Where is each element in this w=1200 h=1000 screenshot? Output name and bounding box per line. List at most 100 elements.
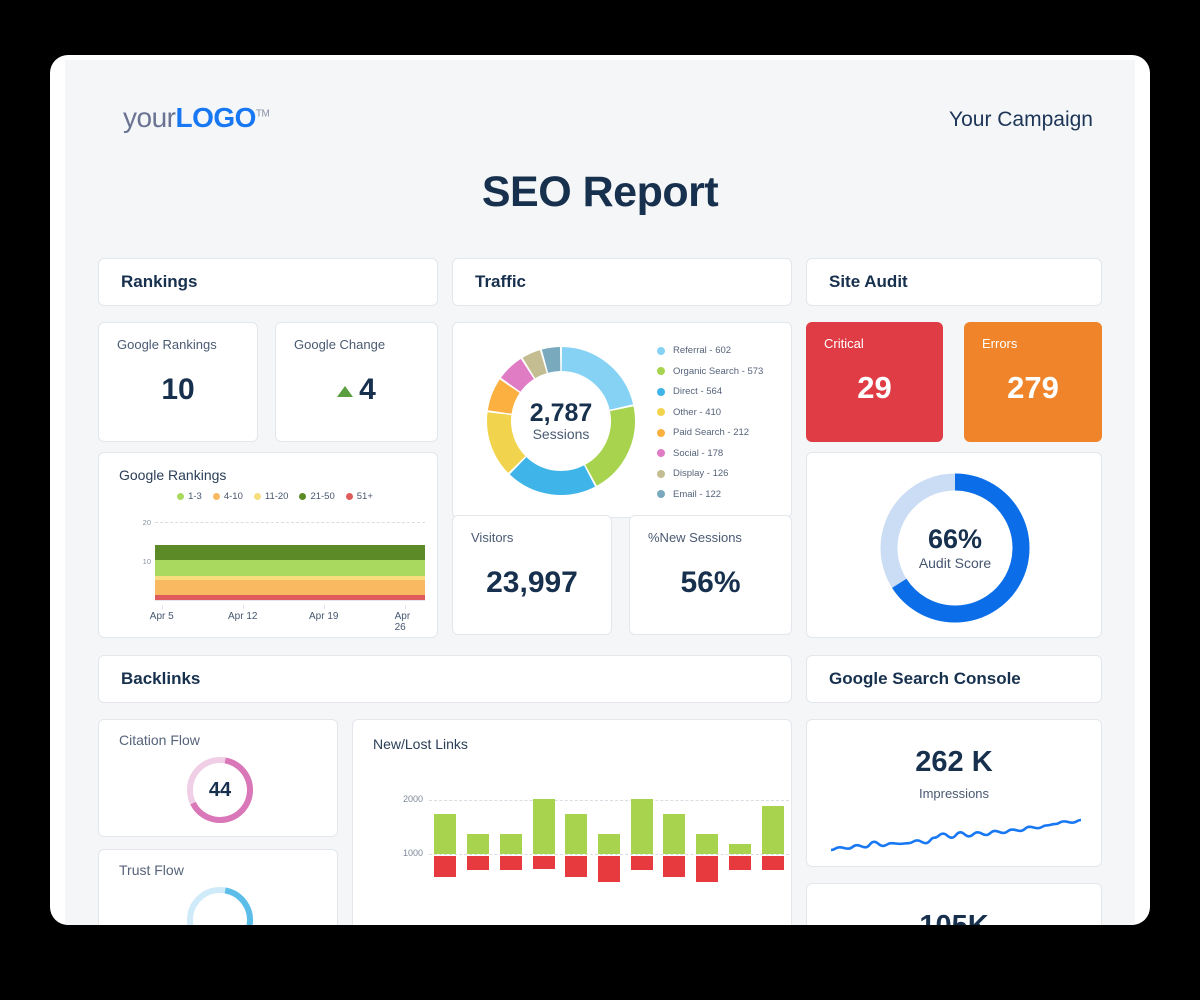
bar-lost-links — [565, 855, 588, 878]
bar-segment-21-50 — [384, 545, 399, 560]
bar-stack — [357, 545, 372, 600]
bar-stack — [208, 545, 223, 600]
bar-segment-4-10 — [154, 580, 169, 595]
section-header-traffic: Traffic — [452, 258, 792, 306]
legend-swatch-icon — [657, 387, 665, 396]
donut-legend-item-display: Display - 126 — [657, 468, 763, 479]
bar-segment-4-10 — [249, 580, 264, 595]
bar-segment-4-10 — [262, 580, 277, 595]
gauge-card-citation-flow: Citation Flow 44 — [98, 719, 338, 837]
x-axis-tick-label: Apr 5 — [149, 611, 174, 622]
bar-segment-21-50 — [249, 545, 264, 560]
donut-legend-item-other: Other - 410 — [657, 407, 763, 418]
bar-segment-4-10 — [195, 580, 210, 595]
report-surface: yourLOGOTM Your Campaign SEO Report Rank… — [65, 60, 1135, 925]
donut-legend: Referral - 602 Organic Search - 573 Direct… — [657, 345, 763, 500]
bar-segment-4-10 — [411, 580, 426, 595]
x-axis-tick-label: Apr 12 — [228, 611, 258, 622]
screenshot-root: yourLOGOTM Your Campaign SEO Report Rank… — [0, 0, 1200, 1000]
legend-item-21-50: 21-50 — [299, 491, 335, 502]
donut-legend-item-email: Email - 122 — [657, 489, 763, 500]
audit-score-label: Audit Score — [918, 554, 992, 571]
bar-lost-links — [761, 855, 784, 870]
bar-segment-51+ — [330, 594, 345, 600]
page-title: SEO Report — [481, 168, 719, 216]
section-header-traffic-label: Traffic — [475, 272, 527, 291]
chart-card-new-lost-links: New/Lost Links 1000 2000 — [352, 719, 792, 925]
bar-segment-51+ — [262, 594, 277, 600]
kpi-value-new-sessions: 56% — [680, 566, 741, 599]
logo-text-accent: LOGO — [175, 102, 256, 133]
citation-flow-label: Citation Flow — [119, 732, 200, 748]
bar-stack — [262, 545, 277, 600]
bar-stack — [411, 545, 426, 600]
bar-segment-1-3 — [384, 559, 399, 577]
bar-segment-4-10 — [316, 580, 331, 595]
bar-new-links — [434, 813, 457, 854]
bar-lost-links — [499, 855, 522, 870]
legend-label: Referral - 602 — [673, 345, 732, 356]
kpi-card-impressions: 262 K Impressions — [806, 719, 1102, 867]
legend-swatch-icon — [657, 428, 665, 437]
bar-lost-links — [630, 855, 653, 870]
kpi-card-clicks: 105K Clicks — [806, 883, 1102, 925]
logo-text-primary: your — [123, 102, 176, 133]
bar-stack — [235, 545, 250, 600]
kpi-card-visitors: Visitors 23,997 — [452, 515, 612, 635]
bar-stack — [316, 545, 331, 600]
impressions-value: 262 K — [915, 746, 993, 778]
chart-legend-google-rankings: 1-3 4-10 11-20 21-50 51+ — [125, 491, 425, 502]
y-axis-tick-label: 2000 — [402, 793, 423, 804]
clicks-value: 105K — [807, 910, 1101, 925]
citation-flow-value: 44 — [208, 778, 232, 801]
bar-stack — [343, 545, 358, 600]
kpi-value-visitors: 23,997 — [486, 566, 578, 599]
bar-stack — [276, 545, 291, 600]
legend-swatch-icon — [253, 493, 261, 500]
bar-segment-51+ — [181, 594, 196, 600]
bar-segment-51+ — [397, 594, 412, 600]
bar-segment-21-50 — [330, 545, 345, 560]
chart-plot-google-rankings: 10 20 — [133, 513, 426, 601]
bar-segment-4-10 — [181, 580, 196, 595]
bar-segment-4-10 — [168, 580, 183, 595]
audit-score-value: 66% — [927, 524, 983, 555]
bar-segment-1-3 — [357, 559, 372, 577]
bar-segment-21-50 — [181, 545, 196, 560]
bar-stack — [249, 545, 264, 600]
legend-swatch-icon — [657, 367, 665, 375]
legend-item-51+: 51+ — [345, 491, 373, 502]
bar-segment-4-10 — [222, 580, 237, 595]
chart-xaxis-google-rankings: Apr 5 Apr 12 Apr 19 Apr 26 — [133, 605, 425, 633]
legend-swatch-icon — [657, 346, 665, 355]
bar-segment-51+ — [222, 594, 237, 600]
bar-new-links — [630, 798, 653, 854]
y-axis-tick-label: 20 — [142, 517, 151, 527]
bar-segment-4-10 — [397, 580, 412, 595]
section-header-gsc: Google Search Console — [806, 655, 1102, 703]
audit-score-gauge: 66% Audit Score — [875, 468, 1035, 628]
bar-segment-1-3 — [154, 559, 169, 577]
donut-legend-item-referral: Referral - 602 — [657, 345, 763, 356]
bar-segment-21-50 — [357, 545, 372, 560]
x-axis-tick — [242, 605, 244, 609]
bar-segment-1-3 — [181, 559, 196, 577]
bar-segment-21-50 — [168, 545, 183, 560]
donut-total-value: 2,787 — [529, 398, 593, 427]
x-axis-tick — [161, 605, 163, 609]
bar-new-links — [728, 843, 751, 854]
bar-segment-51+ — [316, 594, 331, 600]
trademark-icon: TM — [255, 108, 270, 120]
bar-segment-4-10 — [370, 580, 385, 595]
report-frame: yourLOGOTM Your Campaign SEO Report Rank… — [50, 55, 1150, 925]
section-header-rankings: Rankings — [98, 258, 438, 306]
bar-new-links — [499, 833, 522, 854]
bar-stack — [168, 545, 183, 600]
chart-title-google-rankings: Google Rankings — [119, 467, 227, 483]
audit-tile-errors-value: 279 — [1007, 370, 1059, 405]
bar-segment-1-3 — [316, 559, 331, 577]
bar-segment-51+ — [235, 594, 250, 600]
bar-segment-21-50 — [411, 545, 426, 560]
bar-segment-51+ — [343, 594, 358, 600]
bar-segment-51+ — [249, 594, 264, 600]
